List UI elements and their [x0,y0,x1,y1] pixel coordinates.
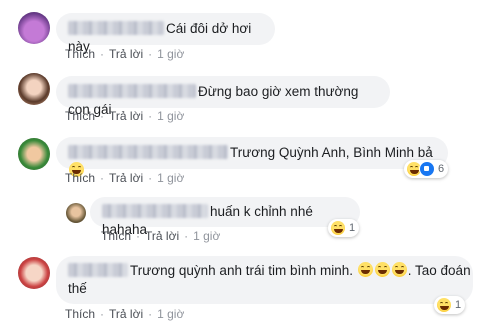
avatar[interactable] [18,257,50,289]
reply-link[interactable]: Trả lời [145,229,179,243]
comment-bubble: Đừng bao giờ xem thường con gái [56,76,390,117]
separator: · [100,171,105,185]
comment-text-line-1: Trương quỳnh anh trái tim bình minh. [130,263,353,278]
separator: · [136,229,141,243]
separator: · [148,109,153,123]
separator: · [100,109,105,123]
separator: · [184,229,189,243]
reply-link[interactable]: Trả lời [109,171,143,185]
avatar[interactable] [66,203,86,223]
like-link[interactable]: Thích [101,229,131,243]
separator: · [100,307,105,321]
author-name-redacted[interactable] [102,204,208,219]
like-reaction-icon [419,161,435,177]
author-name-redacted[interactable] [68,84,196,99]
reaction-count: 1 [349,222,356,234]
timestamp[interactable]: 1 giờ [157,307,184,321]
comment-actions: Thích · Trả lời · 1 giờ [101,229,220,243]
separator: · [148,307,153,321]
like-link[interactable]: Thích [65,47,95,61]
comment-text-line-2: thế [68,281,87,296]
avatar[interactable] [18,12,50,44]
comment-bubble: Trương quỳnh anh trái tim bình minh. . T… [56,256,473,304]
comment-actions: Thích · Trả lời · 1 giờ [65,109,184,123]
comment-actions: Thích · Trả lời · 1 giờ [65,307,184,321]
laughing-emoji-icon [331,221,345,235]
reaction-count: 1 [455,299,462,311]
like-link[interactable]: Thích [65,171,95,185]
author-name-redacted[interactable] [68,21,164,36]
avatar[interactable] [18,73,50,105]
comment-actions: Thích · Trả lời · 1 giờ [65,171,184,185]
separator: · [148,171,153,185]
timestamp[interactable]: 1 giờ [193,229,220,243]
comment-text: Trương Quỳnh Anh, Bình Minh bả [230,145,433,160]
timestamp[interactable]: 1 giờ [157,171,184,185]
comment-bubble: huấn k chỉnh nhé hahaha [90,197,360,237]
avatar[interactable] [18,138,50,170]
separator: · [100,47,105,61]
laughing-emoji-icon [437,298,451,312]
reply-link[interactable]: Trả lời [109,47,143,61]
comment-bubble: Trương Quỳnh Anh, Bình Minh bả [56,137,448,177]
like-link[interactable]: Thích [65,307,95,321]
reply-link[interactable]: Trả lời [109,307,143,321]
timestamp[interactable]: 1 giờ [157,47,184,61]
comment-text-line-1-tail: . Tao đoán [407,263,471,278]
author-name-redacted[interactable] [68,145,228,160]
laughing-emoji-icon [357,261,373,277]
reply-link[interactable]: Trả lời [109,109,143,123]
author-name-redacted[interactable] [68,263,128,278]
timestamp[interactable]: 1 giờ [157,109,184,123]
comment-bubble: Cái đôi dở hơi này [56,13,275,54]
separator: · [148,47,153,61]
reaction-count: 6 [438,163,445,175]
reaction-summary[interactable]: 1 [328,219,360,237]
comment-actions: Thích · Trả lời · 1 giờ [65,47,184,61]
like-link[interactable]: Thích [65,109,95,123]
laughing-emoji-icon [391,261,407,277]
reaction-summary[interactable]: 6 [404,160,449,178]
laughing-emoji-icon [374,261,390,277]
reaction-summary[interactable]: 1 [434,296,466,314]
